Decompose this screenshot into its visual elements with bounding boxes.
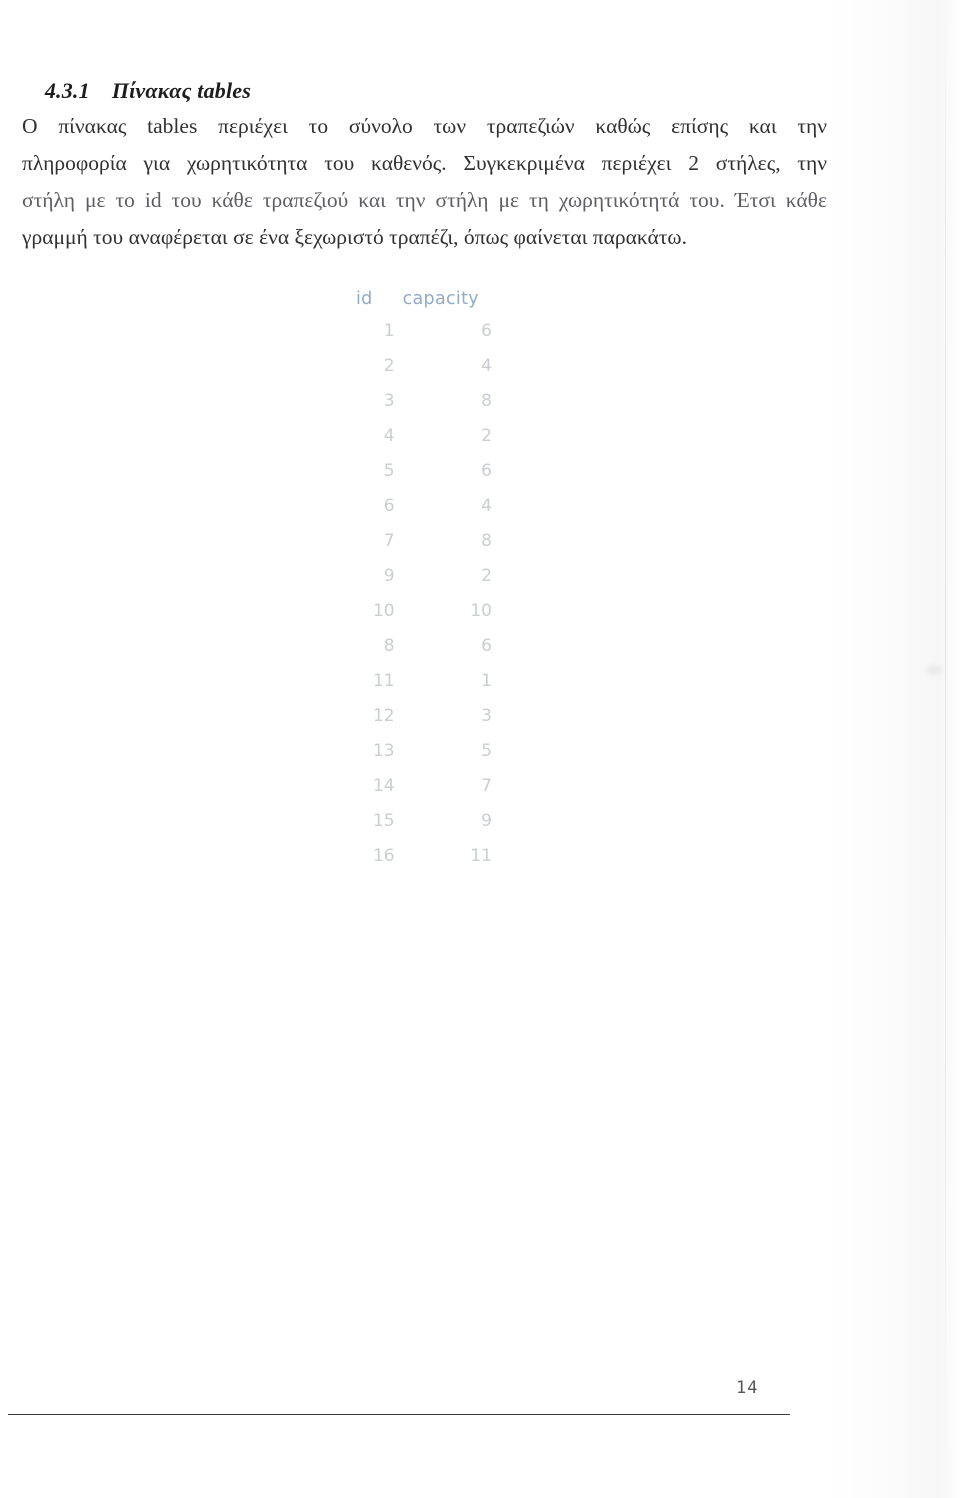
table-row: 15 9 xyxy=(352,804,492,839)
cell-id: 16 xyxy=(372,846,395,866)
cell-capacity: 8 xyxy=(481,391,492,411)
footer-divider xyxy=(8,1414,790,1415)
cell-capacity: 10 xyxy=(470,601,492,621)
cell-id: 13 xyxy=(372,741,395,761)
table-row: 64 xyxy=(352,489,492,524)
page-number: 14 xyxy=(736,1378,759,1398)
body-paragraph: Ο πίνακας tables περιέχει το σύνολο των … xyxy=(22,108,827,256)
table-row: 24 xyxy=(352,349,492,384)
cell-id: 9 xyxy=(383,566,395,586)
table-row: 11 1 xyxy=(352,664,492,699)
cell-capacity: 4 xyxy=(481,356,492,376)
cell-id: 12 xyxy=(372,706,395,726)
table-row: 10 10 xyxy=(352,594,492,629)
cell-id: 14 xyxy=(372,776,395,796)
cell-id: 7 xyxy=(383,531,395,551)
section-title: Πίνακας tables xyxy=(111,78,252,103)
scan-seam-artifact xyxy=(945,0,946,1498)
column-header-capacity: capacity xyxy=(402,289,479,309)
cell-capacity: 8 xyxy=(481,531,492,551)
cell-capacity: 6 xyxy=(481,636,492,656)
cell-capacity: 1 xyxy=(481,671,492,691)
table-header: id capacity xyxy=(352,284,492,314)
table-header-row: id capacity xyxy=(352,284,492,314)
table-row: 42 xyxy=(352,419,492,454)
table-body: 1 6 2 4 3 8 4 2 5 6 6 4 7 8 9 2 10 10 8 6 11 1 12 3 13 5 14 7 15 9 16 1… xyxy=(352,314,492,874)
tables-data-table: id capacity 1 6 2 4 3 8 4 2 5 6 6 4 7 8 9 2 10 10 8 6 11 1 12 3… xyxy=(352,284,492,874)
cell-id: 4 xyxy=(383,426,395,446)
tables-screenshot-figure: id capacity 1 6 2 4 3 8 4 2 5 6 6 4 7 8 9 2 10 10 8 6 11 1 12 3… xyxy=(352,284,492,874)
cell-capacity: 5 xyxy=(481,741,492,761)
scan-smudge-artifact xyxy=(926,665,942,675)
section-number: 4.3.1 xyxy=(44,78,90,103)
paragraph-line: γραμμή του αναφέρεται σε ένα ξεχωριστό τ… xyxy=(22,225,687,249)
cell-id: 2 xyxy=(383,356,395,376)
cell-capacity: 3 xyxy=(481,706,492,726)
cell-id: 15 xyxy=(372,811,395,831)
cell-id: 3 xyxy=(383,391,395,411)
table-row: 13 5 xyxy=(352,734,492,769)
cell-capacity: 9 xyxy=(481,811,492,831)
paragraph-block: Ο πίνακας tables περιέχει το σύνολο των … xyxy=(22,108,827,256)
table-row: 16 11 xyxy=(352,839,492,874)
cell-capacity: 2 xyxy=(481,566,492,586)
table-row: 86 xyxy=(352,629,492,664)
table-row: 38 xyxy=(352,384,492,419)
cell-capacity: 6 xyxy=(481,461,492,481)
paragraph-line: Ο πίνακας tables περιέχει το σύνολο των … xyxy=(22,114,827,138)
paragraph-line: πληροφορία για χωρητικότητα του καθενός.… xyxy=(22,151,827,175)
paragraph-line: στήλη με το id του κάθε τραπεζιού και τη… xyxy=(22,188,827,212)
document-page: 4.3.1 Πίνακας tables Ο πίνακας tables περ… xyxy=(0,0,960,1498)
cell-capacity: 7 xyxy=(481,776,492,796)
cell-capacity: 11 xyxy=(470,846,492,866)
cell-id: 5 xyxy=(383,461,395,481)
cell-id: 11 xyxy=(372,671,395,691)
table-row: 56 xyxy=(352,454,492,489)
table-row: 78 xyxy=(352,524,492,559)
column-header-id: id xyxy=(356,289,373,309)
table-row: 12 3 xyxy=(352,699,492,734)
cell-capacity: 4 xyxy=(481,496,492,516)
table-row: 16 xyxy=(352,314,492,349)
cell-id: 10 xyxy=(372,601,395,621)
cell-id: 1 xyxy=(383,321,395,341)
table-row: 14 7 xyxy=(352,769,492,804)
cell-capacity: 2 xyxy=(481,426,492,446)
cell-id: 8 xyxy=(383,636,395,656)
cell-id: 6 xyxy=(383,496,395,516)
table-row: 92 xyxy=(352,559,492,594)
cell-capacity: 6 xyxy=(481,321,492,341)
